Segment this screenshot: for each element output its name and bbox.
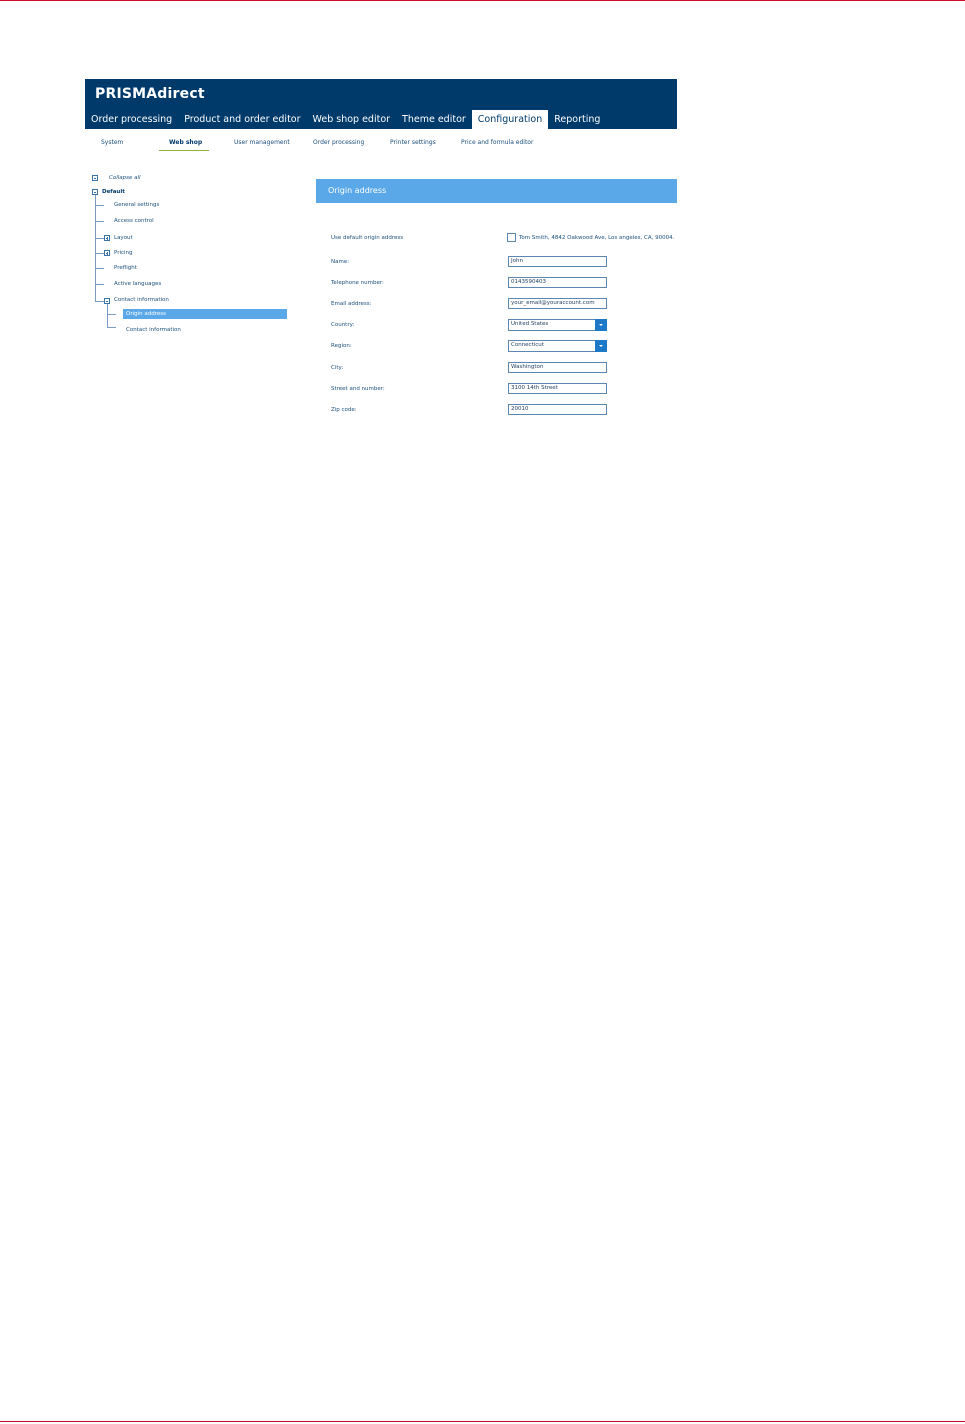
tab-product-and-order-editor[interactable]: Product and order editor <box>178 110 306 129</box>
default-origin-address-text: Tom Smith, 4842 Oakwood Ave, Los angeles… <box>519 235 675 241</box>
street-label: Street and number: <box>331 386 385 392</box>
email-input[interactable]: your_email@youraccount.com <box>508 298 607 309</box>
street-input[interactable]: 3100 14th Street <box>508 383 607 394</box>
chevron-down-icon[interactable] <box>595 340 607 352</box>
tree-connector <box>95 195 96 301</box>
tree-connector <box>107 304 108 327</box>
tree-connector <box>95 284 104 285</box>
tree-connector <box>95 301 104 302</box>
active-subtab-underline <box>159 150 209 151</box>
app-window: PRISMAdirect Order processing Product an… <box>85 79 677 424</box>
top-rule <box>0 0 965 1</box>
tab-configuration[interactable]: Configuration <box>471 110 549 129</box>
use-default-origin-checkbox[interactable] <box>507 233 516 242</box>
country-select[interactable]: United States <box>508 319 607 331</box>
tree-item-active-languages[interactable]: Active languages <box>114 281 161 287</box>
tree-item-preflight[interactable]: Preflight <box>114 265 137 271</box>
email-label: Email address: <box>331 301 372 307</box>
tree-item-origin-address[interactable]: Origin address <box>123 309 287 319</box>
subtab-web-shop[interactable]: Web shop <box>169 139 202 146</box>
tree-connector <box>107 327 116 328</box>
app-header: PRISMAdirect Order processing Product an… <box>85 79 677 129</box>
tab-order-processing[interactable]: Order processing <box>85 110 178 129</box>
subtab-user-management[interactable]: User management <box>234 139 290 146</box>
tree-item-general-settings[interactable]: General settings <box>114 202 159 208</box>
city-label: City: <box>331 365 344 371</box>
country-label: Country: <box>331 322 355 328</box>
subtab-order-processing[interactable]: Order processing <box>313 139 364 146</box>
collapse-all-link[interactable]: Collapse all <box>109 175 141 181</box>
city-input[interactable]: Washington <box>508 362 607 373</box>
tree-connector <box>95 253 104 254</box>
main-nav: Order processing Product and order edito… <box>85 110 606 129</box>
collapse-all-icon[interactable] <box>92 175 98 181</box>
subtab-system[interactable]: System <box>101 139 123 146</box>
subtab-price-and-formula-editor[interactable]: Price and formula editor <box>461 139 533 146</box>
region-select[interactable]: Connecticut <box>508 340 607 352</box>
bottom-rule <box>0 1421 965 1422</box>
region-label: Region: <box>331 343 352 349</box>
telephone-input[interactable]: 0143590403 <box>508 277 607 288</box>
subtab-printer-settings[interactable]: Printer settings <box>390 139 436 146</box>
tree-connector <box>95 205 104 206</box>
expand-pricing-icon[interactable] <box>104 250 110 256</box>
tree-item-access-control[interactable]: Access control <box>114 218 154 224</box>
tree-connector <box>95 221 104 222</box>
tab-reporting[interactable]: Reporting <box>548 110 606 129</box>
panel-title: Origin address <box>328 186 387 195</box>
panel-title-bar: Origin address <box>316 179 677 203</box>
name-label: Name: <box>331 259 350 265</box>
tree-item-pricing[interactable]: Pricing <box>114 250 133 256</box>
tree-connector <box>107 314 116 315</box>
brand-logo: PRISMAdirect <box>95 86 205 102</box>
use-default-origin-label: Use default origin address <box>331 235 404 241</box>
tree-connector <box>95 238 104 239</box>
region-value: Connecticut <box>511 342 544 348</box>
expand-layout-icon[interactable] <box>104 235 110 241</box>
tree-item-contact-information[interactable]: Contact information <box>114 297 169 303</box>
zip-code-input[interactable]: 20010 <box>508 404 607 415</box>
tab-web-shop-editor[interactable]: Web shop editor <box>307 110 397 129</box>
tree-item-layout[interactable]: Layout <box>114 235 133 241</box>
tree-root-default[interactable]: Default <box>102 189 125 195</box>
zip-code-label: Zip code: <box>331 407 357 413</box>
tab-theme-editor[interactable]: Theme editor <box>396 110 472 129</box>
name-input[interactable]: John <box>508 256 607 267</box>
tree-connector <box>95 268 104 269</box>
sub-nav: System Web shop User management Order pr… <box>85 135 677 155</box>
tree-item-contact-information-child[interactable]: Contact information <box>126 327 181 333</box>
country-value: United States <box>511 321 549 327</box>
telephone-label: Telephone number: <box>331 280 384 286</box>
chevron-down-icon[interactable] <box>595 319 607 331</box>
